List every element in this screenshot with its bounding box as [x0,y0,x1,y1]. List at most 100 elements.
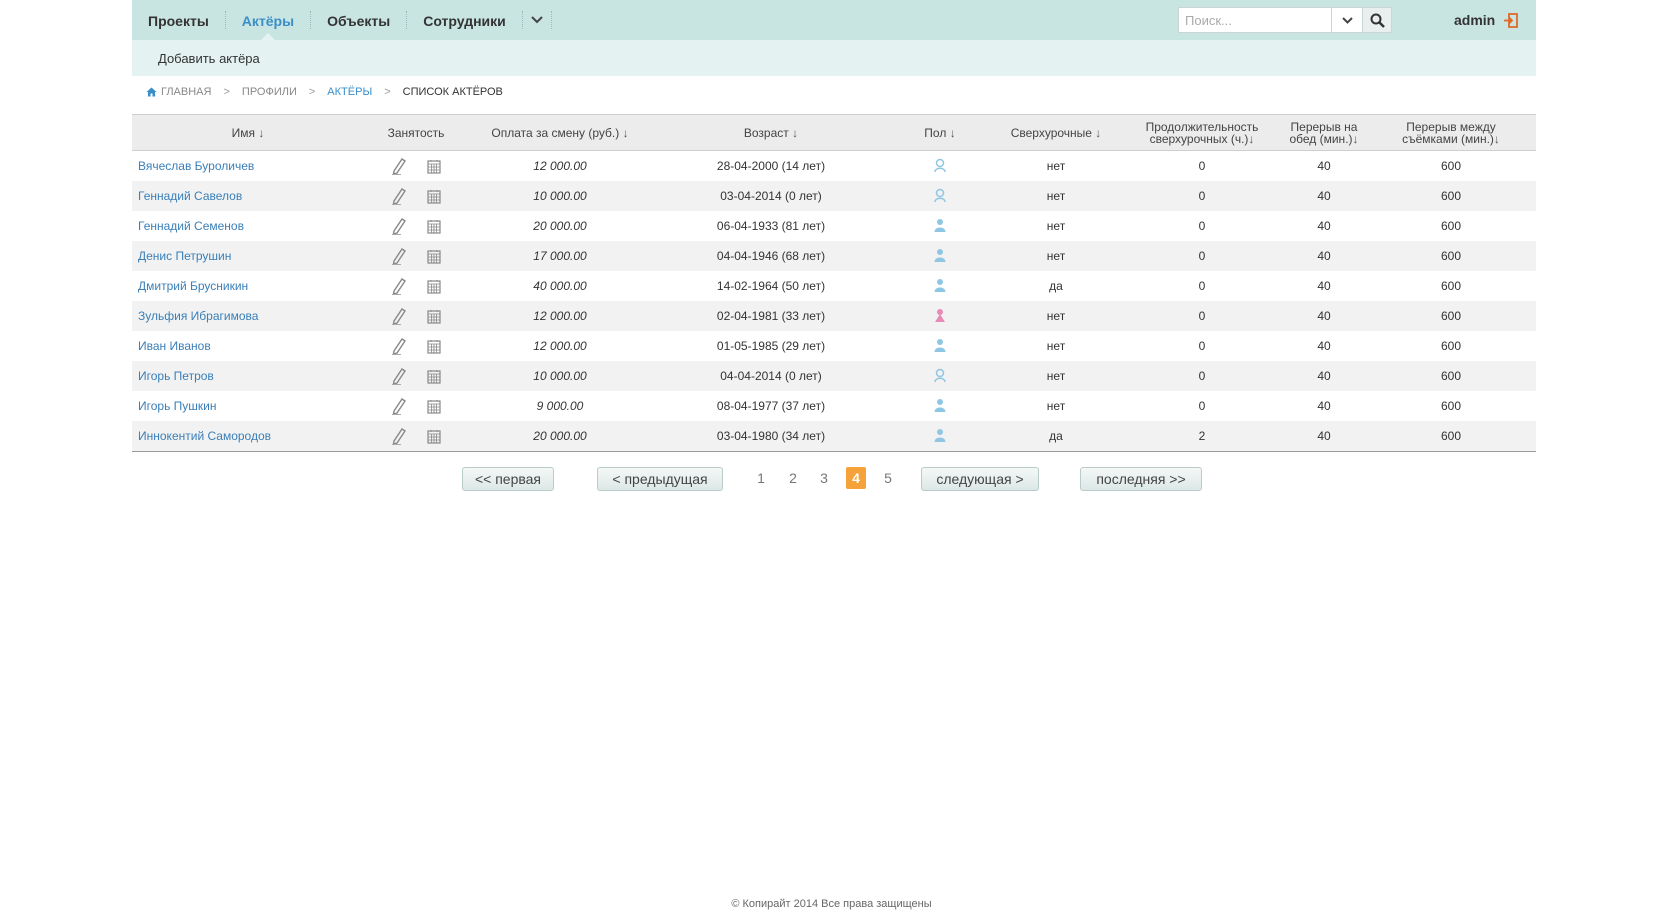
actor-name-link[interactable]: Геннадий Савелов [132,181,364,211]
edit-button[interactable] [391,427,407,445]
header-overtime[interactable]: Сверхурочные ↓ [990,115,1122,151]
table-row: Зульфия Ибрагимова 12 000.00 02-04-1981 (3… [132,301,1536,331]
pagination: << первая < предыдущая 1 2 3 4 5 следующ… [132,467,1536,491]
actors-table: Имя ↓ Занятость Оплата за смену (руб.) ↓… [132,114,1536,452]
calendar-icon [427,339,441,354]
edit-button[interactable] [391,367,407,385]
home-icon [146,87,157,97]
male-icon [934,428,946,442]
edit-button[interactable] [391,187,407,205]
schedule-button[interactable] [427,159,441,174]
sex-cell [890,421,990,452]
page-5[interactable]: 5 [877,467,899,489]
actions-cell [364,301,468,331]
page-2[interactable]: 2 [782,467,804,489]
actions-cell [364,211,468,241]
top-nav: Проекты Актёры Объекты Сотрудники admin [132,0,1536,40]
schedule-button[interactable] [427,279,441,294]
age-cell: 04-04-1946 (68 лет) [716,249,826,263]
age-cell: 14-02-1964 (50 лет) [716,279,826,293]
edit-button[interactable] [391,247,407,265]
actions-cell [364,391,468,421]
add-actor-link[interactable]: Добавить актёра [158,40,260,78]
breadcrumb-actors[interactable]: Актёры [327,86,372,98]
search-input[interactable] [1178,7,1331,33]
nav-divider [550,11,552,29]
schedule-button[interactable] [427,399,441,414]
unknown-sex-icon [934,158,946,172]
edit-button[interactable] [391,397,407,415]
shooting-break-cell: 600 [1440,429,1462,443]
actor-name-link[interactable]: Дмитрий Брусникин [132,271,364,301]
header-overtime-duration[interactable]: Продолжительность сверхурочных (ч.)↓ [1122,115,1282,151]
shooting-break-cell: 600 [1440,219,1462,233]
logout-button[interactable] [1503,12,1519,28]
pay-cell: 40 000.00 [533,279,587,293]
pencil-icon [392,218,406,235]
header-lunch-break[interactable]: Перерыв на обед (мин.)↓ [1282,115,1366,151]
next-page-button[interactable]: следующая > [921,467,1039,491]
pencil-icon [392,248,406,265]
header-pay[interactable]: Оплата за смену (руб.) ↓ [468,115,652,151]
edit-button[interactable] [391,157,407,175]
nav-more-button[interactable] [523,0,551,40]
overtime-cell: нет [1046,309,1066,323]
nav-actors[interactable]: Актёры [226,0,310,40]
calendar-icon [427,399,441,414]
schedule-button[interactable] [427,369,441,384]
calendar-icon [427,279,441,294]
table-row: Вячеслав Буроличев 12 000.00 28-04-2000 (1… [132,151,1536,182]
prev-page-button[interactable]: < предыдущая [597,467,723,491]
actions-cell [364,241,468,271]
nav-employees[interactable]: Сотрудники [407,0,522,40]
actor-name-link[interactable]: Игорь Петров [132,361,364,391]
pencil-icon [392,398,406,415]
edit-button[interactable] [391,277,407,295]
search-button[interactable] [1363,7,1392,33]
first-page-button[interactable]: << первая [462,467,554,491]
actor-name-link[interactable]: Иван Иванов [132,331,364,361]
last-page-button[interactable]: последняя >> [1080,467,1202,491]
pencil-icon [392,278,406,295]
schedule-button[interactable] [427,309,441,324]
search-dropdown-button[interactable] [1331,7,1363,33]
breadcrumb-profiles[interactable]: Профили [242,86,297,98]
actor-name-link[interactable]: Геннадий Семенов [132,211,364,241]
edit-button[interactable] [391,337,407,355]
schedule-button[interactable] [427,429,441,444]
calendar-icon [427,369,441,384]
user-name[interactable]: admin [1454,12,1495,28]
overtime-duration-cell: 0 [1198,399,1206,413]
schedule-button[interactable] [427,189,441,204]
actions-cell [364,181,468,211]
actor-name-link[interactable]: Игорь Пушкин [132,391,364,421]
shooting-break-cell: 600 [1440,399,1462,413]
schedule-button[interactable] [427,219,441,234]
unknown-sex-icon [934,188,946,202]
logout-icon [1504,12,1519,28]
nav-projects[interactable]: Проекты [132,0,225,40]
sex-cell [890,181,990,211]
header-shooting-break[interactable]: Перерыв между съёмками (мин.)↓ [1366,115,1536,151]
edit-button[interactable] [391,307,407,325]
page-4-current[interactable]: 4 [846,467,866,489]
header-sex[interactable]: Пол ↓ [890,115,990,151]
pay-cell: 17 000.00 [533,249,587,263]
actor-name-link[interactable]: Денис Петрушин [132,241,364,271]
pay-cell: 20 000.00 [533,219,587,233]
actor-name-link[interactable]: Вячеслав Буроличев [132,151,364,182]
actor-name-link[interactable]: Иннокентий Самородов [132,421,364,452]
schedule-button[interactable] [427,249,441,264]
overtime-cell: да [1049,429,1063,443]
breadcrumb-home[interactable]: Главная [146,86,211,98]
shooting-break-cell: 600 [1440,369,1462,383]
schedule-button[interactable] [427,339,441,354]
page-3[interactable]: 3 [813,467,835,489]
sex-cell [890,391,990,421]
header-age[interactable]: Возраст ↓ [652,115,890,151]
actor-name-link[interactable]: Зульфия Ибрагимова [132,301,364,331]
page-1[interactable]: 1 [750,467,772,489]
header-name[interactable]: Имя ↓ [132,115,364,151]
nav-objects[interactable]: Объекты [311,0,406,40]
edit-button[interactable] [391,217,407,235]
